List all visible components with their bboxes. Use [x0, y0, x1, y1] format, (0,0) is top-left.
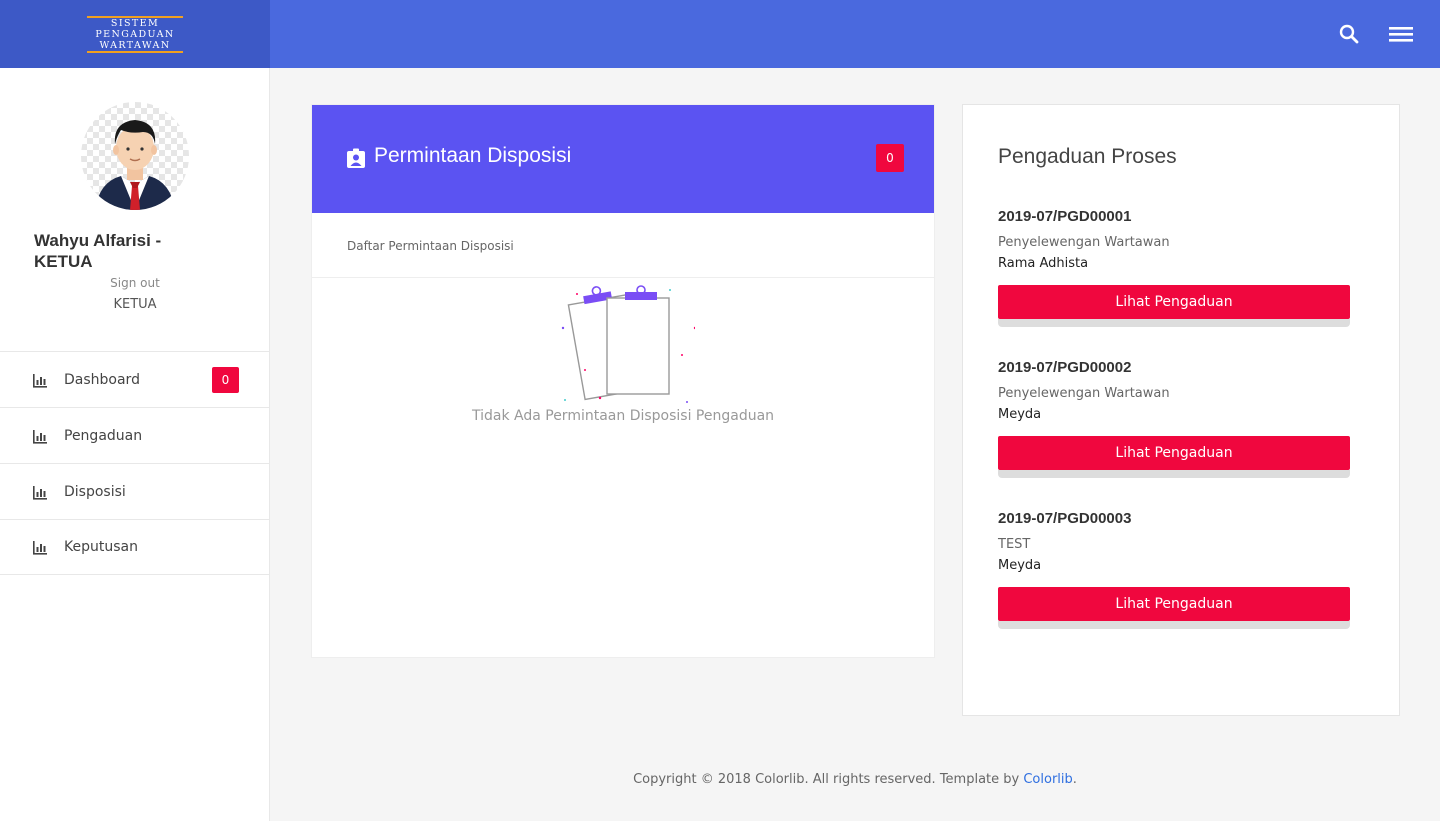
- sidebar-item-label: Dashboard: [64, 371, 140, 388]
- button-shadow-bar: [998, 319, 1350, 327]
- complaint-reporter: Meyda: [998, 407, 1042, 422]
- card-subtitle: Daftar Permintaan Disposisi: [312, 213, 934, 278]
- disposition-request-card: Permintaan Disposisi 0 Daftar Permintaan…: [311, 104, 935, 658]
- button-shadow-bar: [998, 470, 1350, 478]
- complaint-code: 2019-07/PGD00002: [998, 359, 1132, 376]
- complaint-category: TEST: [998, 537, 1031, 552]
- footer: Copyright © 2018 Colorlib. All rights re…: [270, 772, 1440, 787]
- complaint-item: 2019-07/PGD00003 TEST Meyda Lihat Pengad…: [998, 510, 1350, 629]
- complaint-item: 2019-07/PGD00002 Penyelewengan Wartawan …: [998, 359, 1350, 478]
- complaint-reporter: Meyda: [998, 558, 1042, 573]
- sidebar-item-disposisi[interactable]: Disposisi: [0, 463, 269, 519]
- sidebar-item-label: Pengaduan: [64, 427, 143, 444]
- count-badge: 0: [876, 144, 904, 172]
- bar-chart-icon: [32, 485, 48, 500]
- complaint-reporter: Rama Adhista: [998, 256, 1089, 271]
- complaint-category: Penyelewengan Wartawan: [998, 235, 1170, 250]
- user-name: Wahyu Alfarisi - KETUA: [34, 231, 162, 271]
- sidebar-item-pengaduan[interactable]: Pengaduan: [0, 407, 269, 463]
- menu-icon[interactable]: [1388, 21, 1414, 47]
- empty-state-message: Tidak Ada Permintaan Disposisi Pengaduan: [471, 408, 775, 424]
- complaints-in-process-panel: Pengaduan Proses 2019-07/PGD00001 Penyel…: [962, 104, 1400, 716]
- empty-clipboard-illustration: [555, 280, 697, 405]
- button-shadow-bar: [998, 621, 1350, 629]
- view-complaint-button[interactable]: Lihat Pengaduan: [998, 436, 1350, 470]
- complaint-category: Penyelewengan Wartawan: [998, 386, 1170, 401]
- bar-chart-icon: [32, 429, 48, 444]
- app-logo: SISTEM PENGADUAN WARTAWAN: [87, 13, 183, 55]
- bar-chart-icon: [32, 540, 48, 555]
- sidebar-item-label: Keputusan: [64, 539, 138, 555]
- bar-chart-icon: [32, 373, 48, 388]
- view-complaint-button[interactable]: Lihat Pengaduan: [998, 285, 1350, 319]
- panel-title: Pengaduan Proses: [998, 145, 1177, 168]
- sidebar-item-label: Disposisi: [64, 483, 126, 500]
- search-icon[interactable]: [1336, 21, 1362, 47]
- complaint-item: 2019-07/PGD00001 Penyelewengan Wartawan …: [998, 208, 1350, 327]
- complaint-code: 2019-07/PGD00001: [998, 208, 1132, 225]
- colorlib-link[interactable]: Colorlib: [1023, 772, 1072, 787]
- view-complaint-button[interactable]: Lihat Pengaduan: [998, 587, 1350, 621]
- footer-suffix: .: [1072, 772, 1077, 787]
- notification-badge: 0: [212, 367, 239, 393]
- card-title: Permintaan Disposisi: [374, 144, 572, 167]
- avatar: [81, 102, 189, 210]
- brand-area[interactable]: SISTEM PENGADUAN WARTAWAN: [0, 0, 270, 68]
- card-header: Permintaan Disposisi 0: [312, 105, 934, 213]
- sidebar-item-keputusan[interactable]: Keputusan: [0, 519, 269, 575]
- sidebar-menu: Dashboard 0 Pengaduan Disposisi Keputusa…: [0, 351, 269, 575]
- sidebar: Wahyu Alfarisi - KETUA Sign out KETUA Da…: [0, 68, 270, 821]
- user-role: KETUA: [113, 297, 157, 312]
- top-navbar: SISTEM PENGADUAN WARTAWAN: [0, 0, 1440, 68]
- sign-out-link[interactable]: Sign out: [0, 276, 270, 290]
- sidebar-item-dashboard[interactable]: Dashboard 0: [0, 351, 269, 407]
- assignment-ind-icon: [346, 148, 366, 168]
- copyright-text: Copyright © 2018 Colorlib. All rights re…: [633, 772, 1024, 787]
- complaint-code: 2019-07/PGD00003: [998, 510, 1132, 527]
